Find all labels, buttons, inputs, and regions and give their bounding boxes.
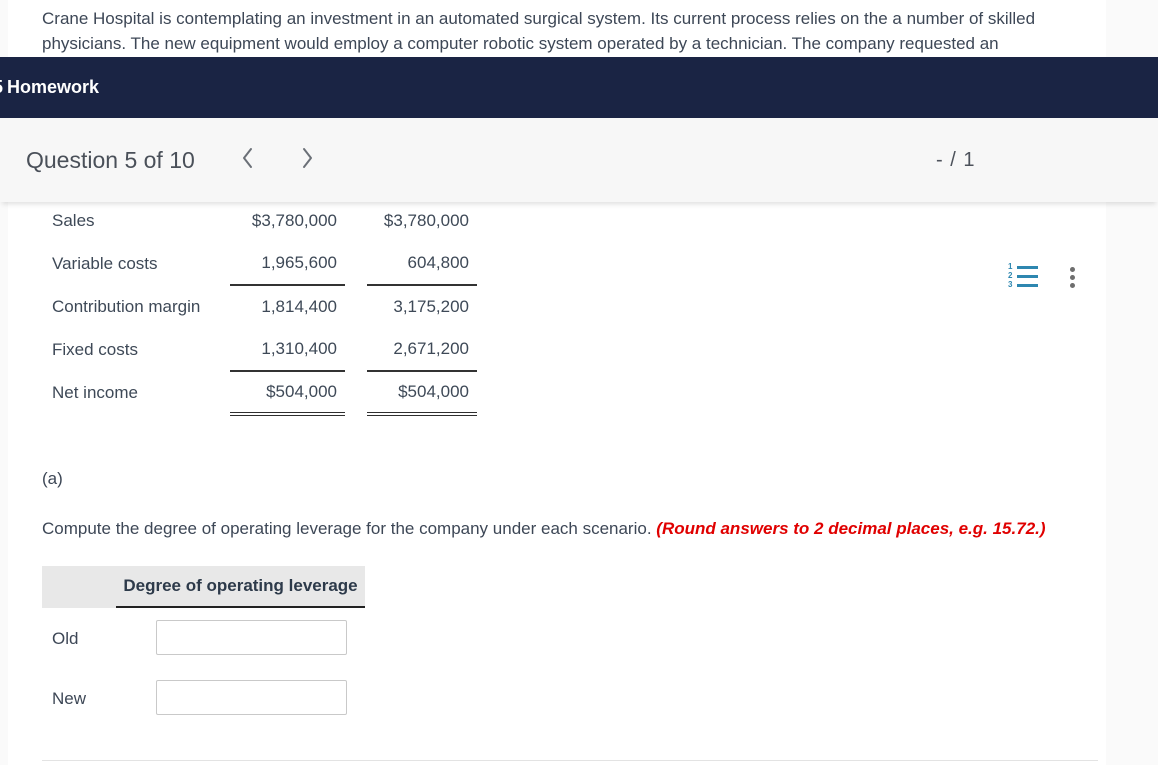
answer-row-label-old: Old [52, 629, 79, 648]
answer-table-column-header: Degree of operating leverage [116, 566, 365, 608]
question-content-panel: Sales $3,780,000 $3,780,000 Variable cos… [8, 202, 1106, 765]
row-value-col2: 2,671,200 [367, 328, 477, 372]
row-value-col1: $504,000 [230, 371, 345, 416]
app-bar: 5 Homework [0, 57, 1158, 118]
section-divider [42, 760, 1098, 761]
chevron-left-icon [242, 147, 253, 174]
description-line-1: Crane Hospital is contemplating an inves… [42, 9, 1036, 28]
row-value-col1: 1,965,600 [230, 242, 345, 286]
table-row: Contribution margin 1,814,400 3,175,200 [52, 285, 477, 328]
table-row: Fixed costs 1,310,400 2,671,200 [52, 328, 477, 372]
previous-question-button[interactable] [232, 118, 262, 202]
description-line-2: physicians. The new equipment would empl… [42, 34, 999, 53]
row-value-col2: 3,175,200 [393, 297, 469, 316]
row-value-col2: $3,780,000 [383, 210, 469, 230]
row-value-col2: $504,000 [367, 371, 477, 416]
kebab-menu-icon[interactable] [1070, 267, 1075, 291]
instruction-body: Compute the degree of operating leverage… [42, 519, 657, 538]
answer-row-label-new: New [52, 689, 87, 708]
table-row: Variable costs 1,965,600 604,800 [52, 242, 477, 286]
question-list-icon[interactable]: 1 2 3 [1008, 263, 1038, 291]
chevron-right-icon [302, 147, 313, 174]
next-question-button[interactable] [292, 118, 322, 202]
instruction-text: Compute the degree of operating leverage… [42, 519, 1046, 539]
dol-new-input[interactable] [156, 680, 347, 715]
answer-table-header-row: Degree of operating leverage [42, 566, 365, 608]
part-a-label: (a) [42, 469, 63, 488]
table-row: Net income $504,000 $504,000 [52, 371, 477, 416]
assignment-title-clipped-prefix: 5 [0, 77, 3, 98]
income-statement-table: Sales $3,780,000 $3,780,000 Variable cos… [52, 199, 477, 416]
question-score: - / 1 [936, 148, 976, 171]
question-title: Question 5 of 10 [26, 146, 195, 173]
question-header: Question 5 of 10 - / 1 1 2 3 [0, 118, 1158, 289]
row-label: Net income [52, 382, 138, 402]
answer-table-corner-cell [42, 566, 116, 608]
table-row: Sales $3,780,000 $3,780,000 [52, 199, 477, 242]
row-label: Contribution margin [52, 296, 201, 316]
assignment-title: Homework [7, 77, 100, 97]
row-value-col1: 1,310,400 [230, 328, 345, 372]
rounding-hint: (Round answers to 2 decimal places, e.g.… [656, 519, 1046, 538]
row-label: Sales [52, 210, 95, 230]
dol-old-input[interactable] [156, 620, 347, 655]
row-label: Fixed costs [52, 339, 138, 359]
assignment-description-panel: Crane Hospital is contemplating an inves… [8, 0, 1106, 57]
row-label: Variable costs [52, 253, 158, 273]
row-value-col1: $3,780,000 [251, 210, 337, 230]
row-value-col1: 1,814,400 [261, 297, 337, 316]
row-value-col2: 604,800 [367, 242, 477, 286]
